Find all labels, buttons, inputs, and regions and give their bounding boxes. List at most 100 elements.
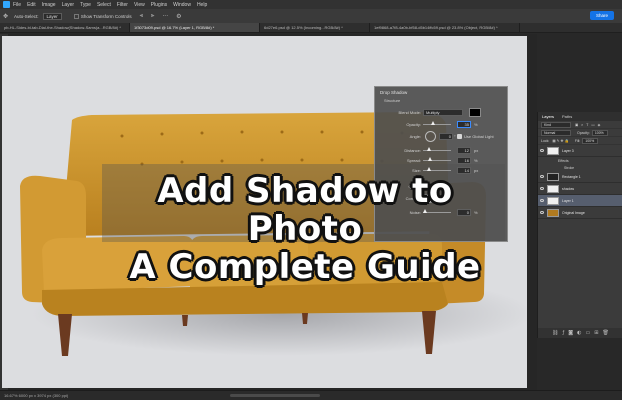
filter-icons[interactable]: ▣ ◐ T ▭ ◈ bbox=[575, 123, 601, 127]
lock-icons[interactable]: ▦ ✎ ✥ 🔒 bbox=[552, 139, 568, 143]
menu-image[interactable]: Image bbox=[42, 2, 56, 8]
layer-name: Layer 1 bbox=[562, 198, 574, 203]
blend-mode-select[interactable]: Multiply bbox=[423, 109, 463, 116]
layer-row-selected[interactable]: Layer 1 bbox=[538, 195, 622, 207]
layer-row[interactable]: Original Image bbox=[538, 207, 622, 219]
show-transform-label: Show Transform Controls bbox=[80, 13, 132, 19]
menu-type[interactable]: Type bbox=[80, 2, 91, 8]
headline-title: Add Shadow to Photo A Complete Guide bbox=[95, 172, 515, 286]
distance-label: Distance: bbox=[404, 148, 421, 153]
document-tab-bar: pb-HL-Sides-bl-tab-Dial-the-Shadow(Shado… bbox=[0, 23, 622, 33]
layer-thumbnail bbox=[547, 208, 559, 217]
layer-blend-select[interactable]: Normal bbox=[541, 129, 571, 136]
blend-mode-row: Blend Mode: Multiply bbox=[375, 108, 509, 117]
status-bar: 16.67% 6000 px x 3974 px (300 ppi) bbox=[0, 390, 622, 400]
trash-icon[interactable]: 🗑 bbox=[602, 330, 608, 336]
photoshop-logo-icon[interactable] bbox=[3, 1, 10, 8]
auto-select-dropdown[interactable]: Layer bbox=[42, 12, 62, 20]
distance-row: Distance: 12 px bbox=[375, 147, 509, 155]
document-tab-1[interactable]: pb-HL-Sides-bl-tab-Dial-the-Shadow(Shado… bbox=[0, 23, 130, 32]
adjust-icon[interactable]: ◐ bbox=[577, 330, 581, 336]
align-left-icon[interactable]: ⫷ bbox=[140, 12, 143, 20]
layer-effects-row[interactable]: Effects bbox=[538, 157, 622, 164]
angle-dial[interactable] bbox=[425, 131, 436, 142]
spread-row: Spread: 16 % bbox=[375, 157, 509, 165]
layer-thumbnail bbox=[547, 196, 559, 205]
visibility-eye-icon[interactable] bbox=[540, 187, 544, 190]
mask-icon[interactable]: ◙ bbox=[568, 330, 573, 336]
fx-icon[interactable]: ƒ bbox=[563, 330, 565, 336]
opacity-input[interactable]: 35 bbox=[457, 121, 471, 128]
opacity-label: Opacity: bbox=[406, 122, 421, 127]
menu-plugins[interactable]: Plugins bbox=[151, 2, 167, 8]
spread-unit: % bbox=[474, 158, 478, 163]
lock-fill-row: Lock: ▦ ✎ ✥ 🔒 Fill: 100% bbox=[538, 137, 622, 145]
angle-input[interactable]: 0 bbox=[439, 133, 453, 140]
spread-label: Spread: bbox=[406, 158, 421, 163]
horizontal-scrollbar[interactable] bbox=[230, 394, 320, 397]
folder-icon[interactable]: ▭ bbox=[586, 330, 591, 336]
lock-label: Lock: bbox=[541, 138, 550, 143]
options-bar: ✥ Auto-Select: Layer Show Transform Cont… bbox=[0, 9, 622, 23]
menu-window[interactable]: Window bbox=[173, 2, 191, 8]
tab-paths[interactable]: Paths bbox=[558, 114, 576, 119]
menu-filter[interactable]: Filter bbox=[117, 2, 128, 8]
visibility-eye-icon[interactable] bbox=[540, 149, 544, 152]
menu-help[interactable]: Help bbox=[197, 2, 207, 8]
tab-layers[interactable]: Layers bbox=[538, 114, 558, 119]
menu-file[interactable]: File bbox=[13, 2, 21, 8]
link-icon[interactable]: ⛓ bbox=[552, 330, 558, 336]
menu-view[interactable]: View bbox=[134, 2, 145, 8]
visibility-eye-icon[interactable] bbox=[540, 199, 544, 202]
distance-input[interactable]: 12 bbox=[457, 147, 471, 154]
photoshop-window: File Edit Image Layer Type Select Filter… bbox=[0, 0, 622, 400]
opacity-unit: % bbox=[474, 122, 478, 127]
layer-row[interactable]: Layer 3 bbox=[538, 145, 622, 157]
layer-row[interactable]: shadow bbox=[538, 183, 622, 195]
layer-thumbnail bbox=[547, 146, 559, 155]
shadow-color-swatch[interactable] bbox=[469, 108, 481, 117]
layer-effect-stroke-row[interactable]: Stroke bbox=[538, 164, 622, 171]
menu-layer[interactable]: Layer bbox=[62, 2, 75, 8]
headline-line-2: A Complete Guide bbox=[129, 247, 481, 287]
document-tab-active[interactable]: 1f3073d09.psd @ 16.7% (Layer 1, RGB/8#) … bbox=[130, 23, 260, 32]
angle-row: Angle: 0 ° Use Global Light bbox=[375, 131, 509, 142]
menu-edit[interactable]: Edit bbox=[27, 2, 36, 8]
zoom-status: 16.67% 6000 px x 3974 px (300 ppi) bbox=[4, 393, 69, 398]
layers-footer: ⛓ ƒ ◙ ◐ ▭ ⊞ 🗑 bbox=[538, 328, 622, 338]
distance-slider-thumb[interactable] bbox=[427, 147, 431, 151]
show-transform-checkbox[interactable] bbox=[73, 13, 79, 19]
visibility-eye-icon[interactable] bbox=[540, 175, 544, 178]
align-center-icon[interactable]: ⫸ bbox=[151, 12, 154, 20]
opacity-slider-thumb[interactable] bbox=[431, 121, 435, 125]
drop-shadow-title: Drop Shadow bbox=[380, 90, 408, 95]
layer-kind-filter[interactable]: Kind bbox=[541, 121, 571, 128]
auto-select-label: Auto-Select: bbox=[14, 13, 39, 19]
spread-input[interactable]: 16 bbox=[457, 157, 471, 164]
opacity-row: Opacity: 35 % bbox=[375, 121, 509, 129]
menu-select[interactable]: Select bbox=[97, 2, 111, 8]
spread-slider-thumb[interactable] bbox=[428, 157, 432, 161]
more-options-icon[interactable]: ··· bbox=[162, 13, 168, 20]
layers-panel-tabs: Layers Paths bbox=[538, 112, 622, 121]
global-light-label: Use Global Light bbox=[464, 134, 494, 139]
settings-gear-icon[interactable]: ⚙ bbox=[176, 13, 181, 20]
opacity-slider[interactable] bbox=[423, 121, 451, 125]
layer-filter-row: Kind ▣ ◐ T ▭ ◈ bbox=[538, 121, 622, 129]
share-button[interactable]: Share bbox=[589, 11, 614, 20]
new-layer-icon[interactable]: ⊞ bbox=[594, 330, 598, 336]
document-tab-3[interactable]: 6d27e6.psd @ 12.5% (Incoming...RGB/8#) * bbox=[260, 23, 370, 32]
layer-opacity-input[interactable]: 100% bbox=[591, 129, 608, 136]
distance-slider[interactable] bbox=[423, 147, 451, 151]
menu-bar: File Edit Image Layer Type Select Filter… bbox=[0, 0, 622, 9]
fill-input[interactable]: 100% bbox=[582, 137, 599, 144]
move-tool-icon[interactable]: ✥ bbox=[3, 13, 8, 20]
spread-slider[interactable] bbox=[423, 157, 451, 161]
layer-opacity-label: Opacity: bbox=[577, 130, 590, 135]
blend-mode-label: Blend Mode: bbox=[398, 110, 421, 115]
document-tab-4[interactable]: 1ef9868-a7f8-4a0b-bf58-d5b14ffc59.psd @ … bbox=[370, 23, 520, 32]
visibility-eye-icon[interactable] bbox=[540, 211, 544, 214]
global-light-checkbox[interactable] bbox=[457, 134, 462, 139]
angle-unit: ° bbox=[454, 134, 456, 139]
layer-row[interactable]: Rectangle 1 bbox=[538, 171, 622, 183]
